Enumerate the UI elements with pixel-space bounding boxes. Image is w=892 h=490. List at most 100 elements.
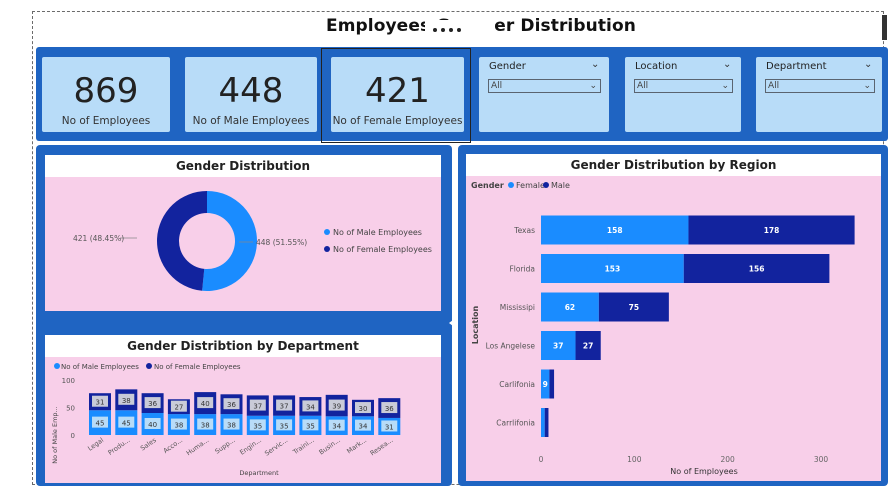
kpi-card-male: 448 No of Male Employees [185,57,317,132]
redaction-overlay [425,20,467,40]
legend-dot-female [508,182,514,188]
legend-dot-male [324,229,330,235]
data-label-female: 421 (48.45%) [73,234,124,243]
kpi-label: No of Female Employees [332,115,463,127]
legend-male[interactable]: No of Male Employees [333,228,422,237]
x-tick-label: 200 [721,455,736,464]
data-label: 38 [174,422,183,430]
donut-slice-male[interactable] [202,191,258,291]
data-label: 62 [565,303,575,312]
legend-male[interactable]: Male [551,181,570,190]
kpi-label: No of Employees [61,115,151,127]
slicer-dropdown[interactable]: All ⌄ [488,79,601,93]
data-label: 37 [280,403,289,411]
data-label: 27 [583,342,593,351]
y-tick-label: 100 [62,377,75,385]
legend-female[interactable]: No of Female Employees [154,363,241,371]
kpi-value: 448 [218,71,284,111]
x-tick-label: Busin... [318,436,342,456]
slicer-label: Location [635,61,678,72]
y-tick-label: Carrlifonia [496,419,535,428]
y-tick-label: 50 [66,405,75,413]
kpi-value: 869 [73,71,139,111]
slicer-label: Department [766,61,827,72]
data-label: 30 [359,405,368,413]
data-label: 40 [201,400,210,408]
page-title: Employees Ger Distribution [326,16,636,36]
data-label: 75 [629,303,639,312]
data-label: 35 [306,422,315,430]
data-label: 35 [253,422,262,430]
x-axis-label: No of Employees [670,467,737,476]
x-tick-label: Resea... [369,436,395,457]
x-tick-label: Sales [139,436,158,453]
chevron-down-icon[interactable]: ⌄ [864,59,872,70]
data-label: 38 [201,422,210,430]
legend-dot-male [54,363,60,369]
slicer-dropdown[interactable]: All ⌄ [634,79,733,93]
data-label: 35 [280,422,289,430]
y-tick-label: Florida [509,265,535,274]
x-tick-label: 300 [814,455,829,464]
x-tick-label: Acco... [162,436,184,455]
region-panel: Gender Distribution by Region Gender Fem… [466,154,881,481]
y-tick-label: Mississipi [500,303,535,312]
slicer-location[interactable]: Location ⌄ All ⌄ [625,57,741,132]
chevron-down-icon: ⌄ [589,81,597,91]
y-axis-label: Location [471,305,480,344]
donut-slice-female[interactable] [157,191,207,291]
bar-segment[interactable] [541,408,545,437]
x-tick-label: Servic... [263,436,289,458]
slicer-dropdown[interactable]: All ⌄ [765,79,875,93]
data-label: 36 [385,405,394,413]
resize-handle[interactable] [451,143,457,147]
y-tick-label: Carlifonia [499,380,535,389]
x-tick-label: Huma... [185,436,211,457]
kpi-value: 421 [365,71,430,111]
data-label: 45 [96,420,105,428]
x-tick-label: Mark... [345,436,368,455]
legend-dot-female [324,246,330,252]
data-label: 34 [306,403,315,411]
department-panel: Gender Distribtion by Department No of M… [45,335,441,483]
x-tick-label: Supp... [213,436,236,456]
x-tick-label: Engin... [238,436,263,457]
bar-segment[interactable] [549,369,555,399]
y-tick-label: Los Angelese [486,342,536,351]
slicer-department[interactable]: Department ⌄ All ⌄ [756,57,882,132]
kpi-card-employees: 869 No of Employees [42,57,170,132]
data-label: 31 [385,423,394,431]
slicer-label: Gender [489,61,526,72]
legend-male[interactable]: No of Male Employees [61,363,139,371]
gender-distribution-panel: Gender Distribution 448 (51.55%) 421 (48… [45,155,441,311]
x-tick-label: Traini... [291,436,316,457]
chevron-down-icon[interactable]: ⌄ [723,59,731,70]
data-label: 34 [332,423,341,431]
kpi-card-female: 421 No of Female Employees [331,57,464,132]
data-label: 158 [607,226,623,235]
legend-dot-male [543,182,549,188]
data-label: 37 [553,342,563,351]
chevron-down-icon: ⌄ [863,81,871,91]
data-label: 34 [359,423,368,431]
chevron-down-icon[interactable]: ⌄ [591,59,599,70]
data-label: 45 [122,420,131,428]
slicer-gender[interactable]: Gender ⌄ All ⌄ [479,57,609,132]
data-label: 38 [122,397,131,405]
y-axis-label: No of Male Emp... [51,406,59,463]
resize-handle[interactable] [449,320,453,326]
legend-female[interactable]: No of Female Employees [333,245,432,254]
data-label: 178 [764,226,780,235]
legend-female[interactable]: Female [516,181,545,190]
data-label: 9 [543,380,548,389]
data-label-male: 448 (51.55%) [256,238,307,247]
visual-header-handle[interactable] [882,15,887,40]
x-axis-label: Department [239,469,279,477]
region-chart: Gender Female Male Location No of Employ… [471,181,855,476]
bar-segment[interactable] [544,408,549,437]
x-tick-label: 0 [539,455,544,464]
data-label: 38 [227,422,236,430]
data-label: 27 [174,404,183,412]
legend-title: Gender [471,181,504,190]
x-tick-label: Produ... [107,436,132,457]
